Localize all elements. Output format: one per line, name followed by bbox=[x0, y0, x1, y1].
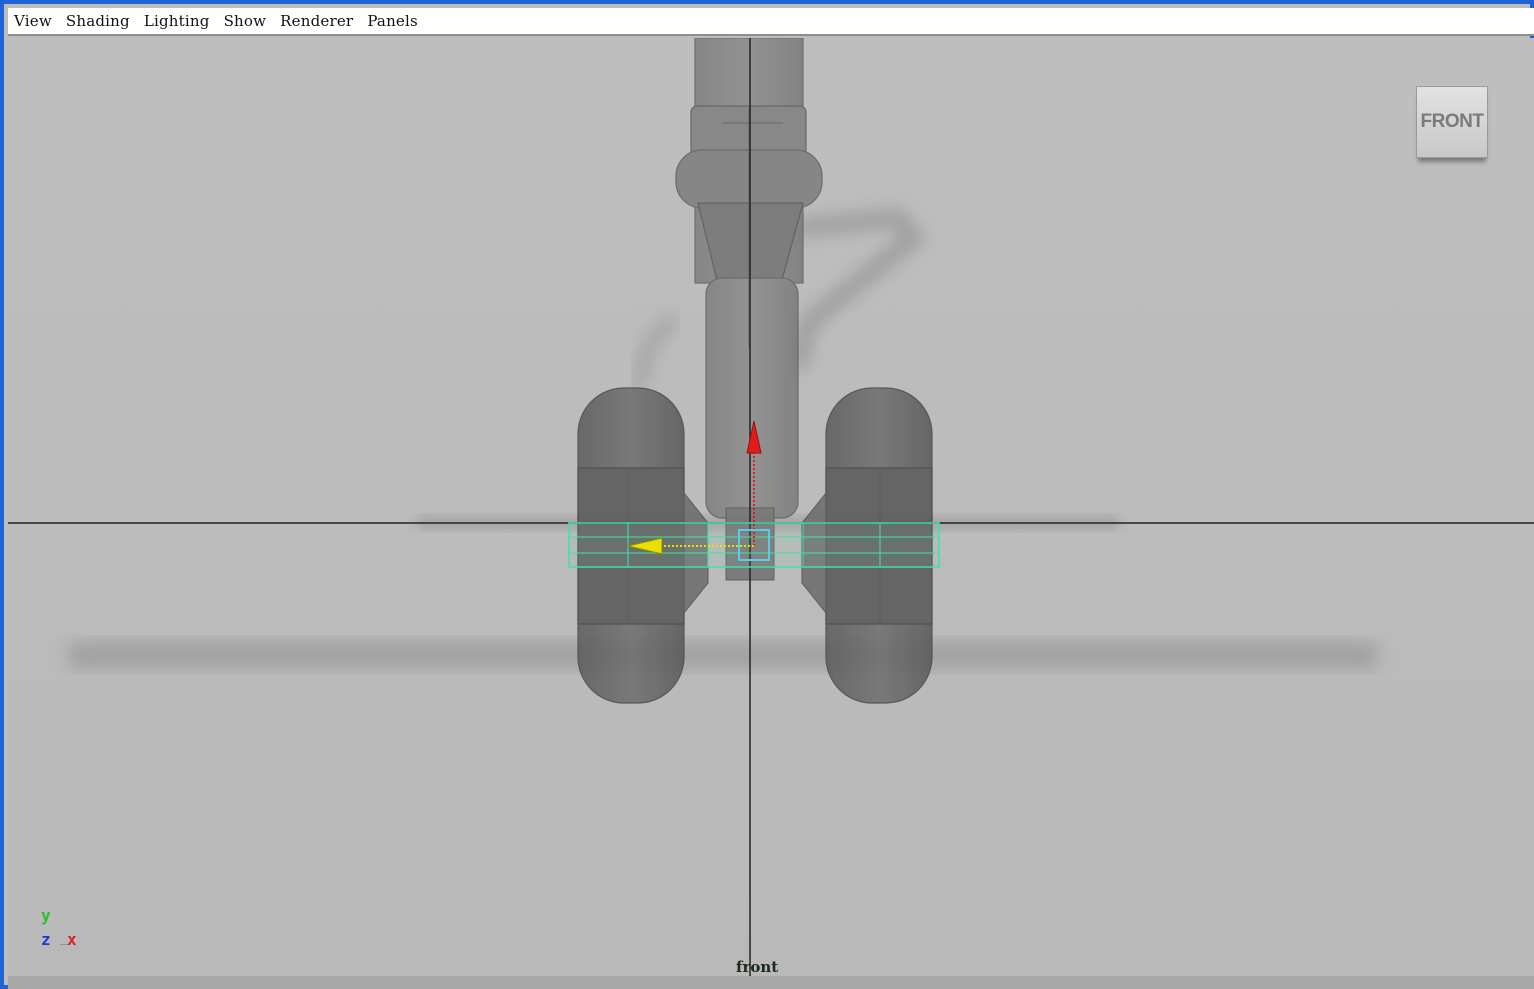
3d-viewport[interactable]: FRONT y z _ x front bbox=[8, 38, 1534, 989]
camera-name-label: front bbox=[736, 958, 779, 976]
menu-shading[interactable]: Shading bbox=[66, 12, 130, 30]
axis-gizmo-y-label: y bbox=[41, 906, 51, 925]
viewport-bottom-strip bbox=[8, 976, 1534, 989]
menu-show[interactable]: Show bbox=[224, 12, 267, 30]
landing-gear-strut bbox=[675, 38, 823, 581]
menu-view[interactable]: View bbox=[14, 12, 52, 30]
viewport-panel: View Shading Lighting Show Renderer Pane… bbox=[0, 0, 1534, 989]
axis-gizmo-z-label: z bbox=[41, 930, 51, 949]
menu-renderer[interactable]: Renderer bbox=[280, 12, 353, 30]
axis-gizmo-x-label: x bbox=[67, 930, 77, 949]
viewcube-icon[interactable]: FRONT bbox=[1416, 86, 1488, 158]
panel-menubar: View Shading Lighting Show Renderer Pane… bbox=[8, 8, 1534, 36]
menu-panels[interactable]: Panels bbox=[367, 12, 418, 30]
menu-lighting[interactable]: Lighting bbox=[144, 12, 210, 30]
scene-render bbox=[8, 38, 1534, 989]
